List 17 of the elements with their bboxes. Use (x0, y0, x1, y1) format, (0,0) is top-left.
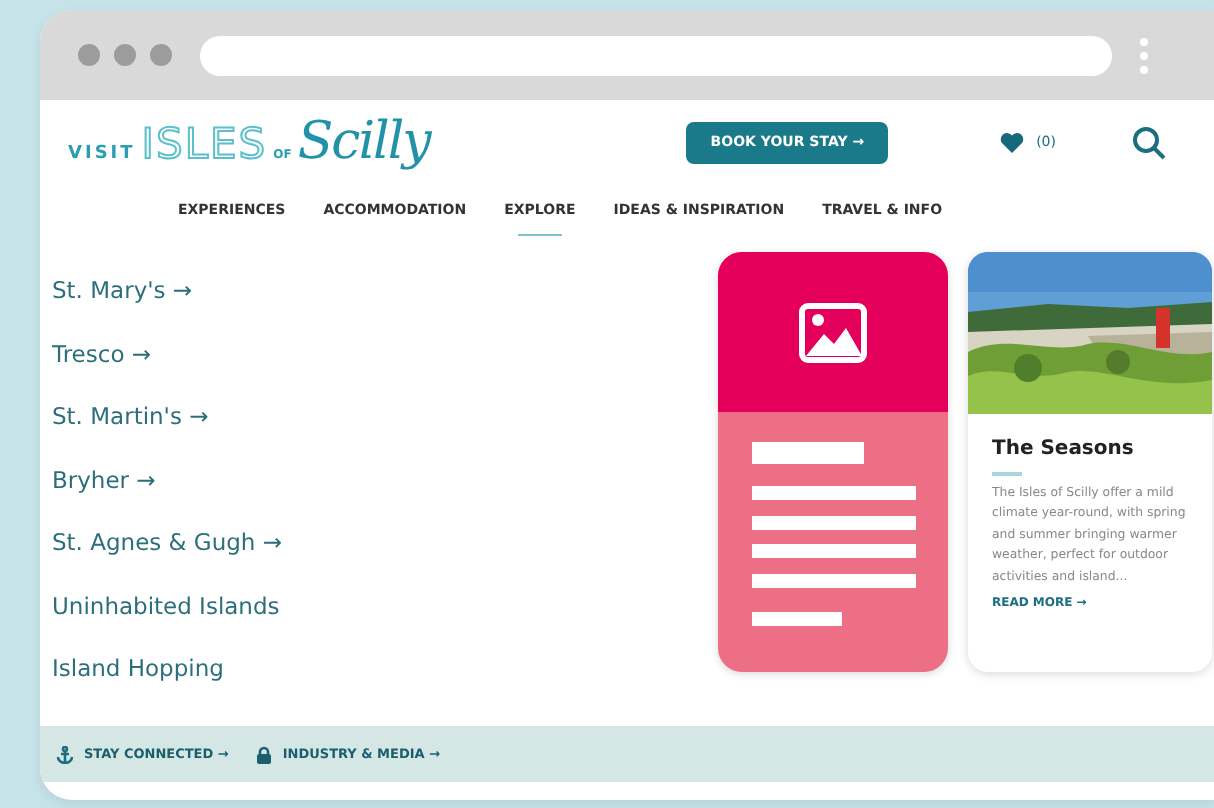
island-link[interactable]: Uninhabited Islands (52, 587, 280, 624)
search-icon[interactable] (1132, 125, 1166, 159)
card-title: The Seasons (992, 438, 1136, 460)
lock-icon (256, 745, 273, 763)
logo-text: Scilly (297, 112, 430, 172)
heart-icon[interactable] (1000, 131, 1025, 153)
island-link[interactable]: Tresco → (52, 335, 152, 372)
logo-text: ISLES (141, 120, 268, 168)
island-link[interactable]: Bryher → (52, 461, 156, 498)
window-dots-icon (78, 44, 172, 66)
island-link[interactable]: Island Hopping (52, 650, 224, 687)
island-link[interactable]: St. Martin's → (52, 398, 209, 435)
island-link[interactable]: St. Mary's → (52, 272, 193, 309)
anchor-icon (56, 745, 74, 763)
image-icon (798, 301, 868, 363)
logo-text: VISIT (68, 144, 136, 164)
island-link[interactable]: St. Agnes & Gugh → (52, 524, 282, 561)
